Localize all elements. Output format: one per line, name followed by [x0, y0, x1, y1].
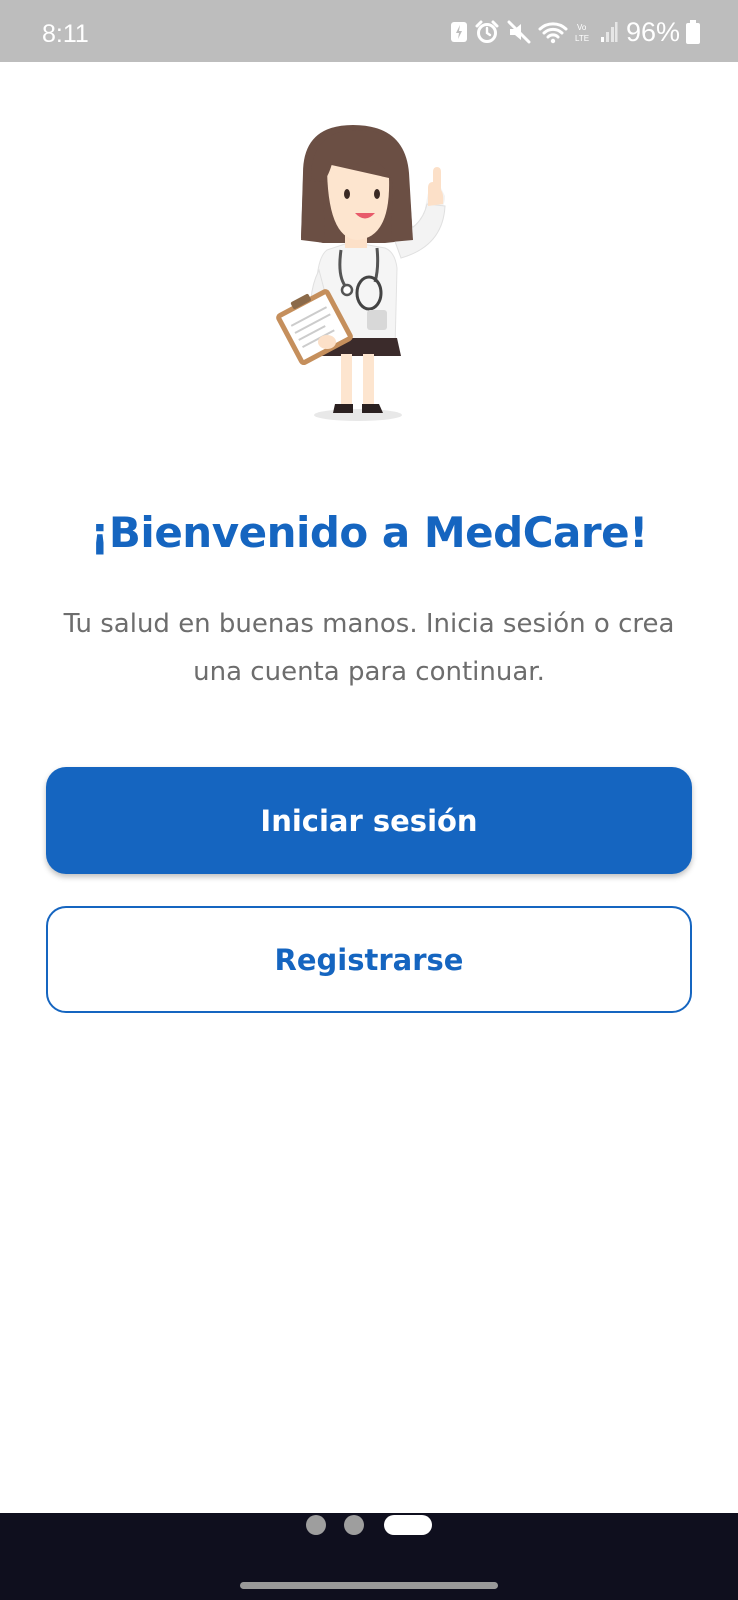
mute-icon: [506, 18, 532, 46]
battery-icon: [686, 18, 700, 46]
page-indicator-dot[interactable]: [306, 1515, 326, 1535]
data-saver-icon: [450, 18, 468, 46]
register-button[interactable]: Registrarse: [46, 906, 692, 1013]
volte-icon: Vo LTE: [574, 18, 594, 46]
login-button[interactable]: Iniciar sesión: [46, 767, 692, 874]
svg-text:Vo: Vo: [577, 23, 587, 32]
signal-icon: [600, 18, 618, 46]
status-icons: Vo LTE 96%: [444, 16, 700, 47]
welcome-title: ¡Bienvenido a MedCare!: [90, 508, 648, 557]
welcome-subtitle: Tu salud en buenas manos. Inicia sesión …: [63, 609, 675, 687]
doctor-illustration: [275, 118, 465, 428]
page-indicator-dot-active[interactable]: [384, 1515, 432, 1535]
battery-percent: 96%: [625, 16, 680, 47]
svg-text:LTE: LTE: [575, 34, 589, 43]
home-indicator[interactable]: [240, 1582, 498, 1589]
wifi-icon: [538, 18, 568, 46]
status-bar: 8:11 Vo LTE 96%: [0, 0, 738, 62]
register-button-label: Registrarse: [274, 942, 464, 977]
alarm-icon: [474, 18, 500, 46]
login-button-label: Iniciar sesión: [260, 803, 478, 838]
page-indicator-dot[interactable]: [344, 1515, 364, 1535]
status-time: 8:11: [42, 20, 89, 48]
